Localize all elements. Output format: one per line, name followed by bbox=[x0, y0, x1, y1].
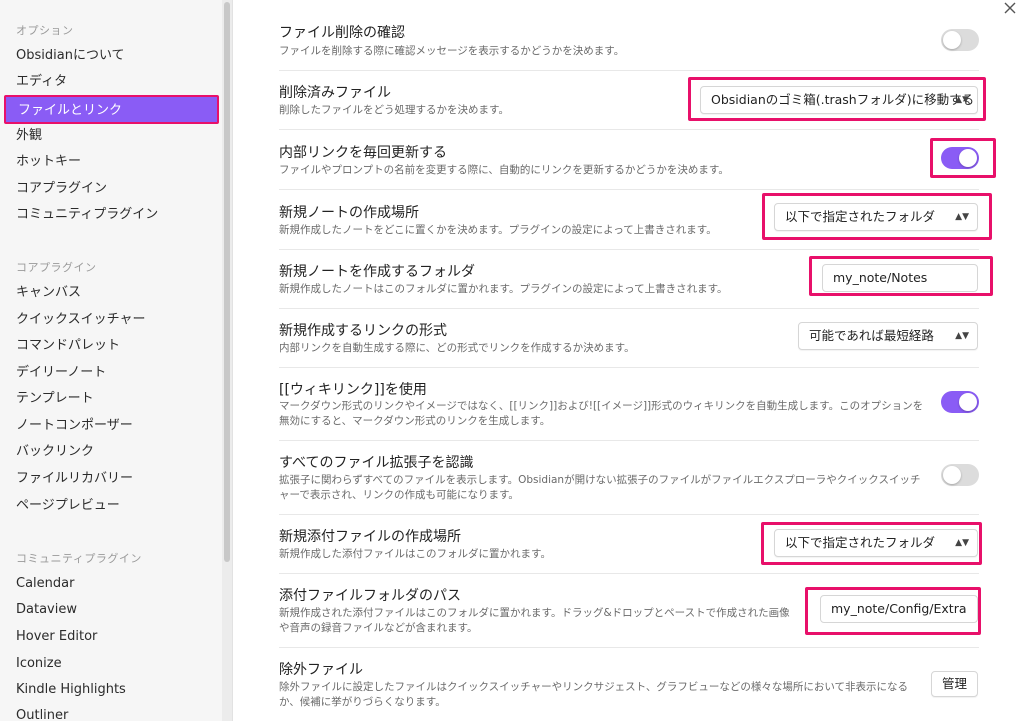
wikilinks-toggle[interactable] bbox=[941, 391, 979, 413]
sidebar-item-appearance[interactable]: 外観 bbox=[16, 123, 42, 149]
setting-desc: 新規作成したノートはこのフォルダに置かれます。プラグインの設定によって上書きされ… bbox=[279, 283, 728, 295]
setting-row-excluded-files: 除外ファイル 除外ファイルに設定したファイルはクイックスイッチャーやリンクサジェ… bbox=[279, 647, 979, 721]
sidebar-item-outliner[interactable]: Outliner bbox=[16, 703, 68, 721]
sidebar-item-files-links[interactable]: ファイルとリンク bbox=[4, 95, 219, 124]
update-links-toggle[interactable] bbox=[941, 147, 979, 169]
sidebar-item-kindle-highlights[interactable]: Kindle Highlights bbox=[16, 677, 126, 703]
sidebar-divider bbox=[232, 0, 233, 721]
setting-name: [[ウィキリンク]]を使用 bbox=[279, 382, 427, 398]
setting-name: 新規ノートを作成するフォルダ bbox=[279, 264, 475, 280]
confirm-delete-toggle[interactable] bbox=[941, 29, 979, 51]
setting-row-wikilinks: [[ウィキリンク]]を使用 マークダウン形式のリンクやイメージではなく、[[リン… bbox=[279, 367, 979, 440]
sidebar-item-about[interactable]: Obsidianについて bbox=[16, 43, 125, 69]
sidebar-item-file-recovery[interactable]: ファイルリカバリー bbox=[16, 466, 133, 492]
setting-desc: 内部リンクを自動生成する際に、どの形式でリンクを作成するか決めます。 bbox=[279, 342, 635, 354]
sidebar-item-editor[interactable]: エディタ bbox=[16, 69, 67, 95]
setting-desc: 拡張子に関わらずすべてのファイルを表示します。Obsidianが開けない拡張子の… bbox=[279, 474, 921, 501]
new-note-location-dropdown[interactable]: 以下で指定されたフォルダ ▲▼ bbox=[774, 203, 978, 231]
sidebar-item-note-composer[interactable]: ノートコンポーザー bbox=[16, 413, 133, 439]
new-note-folder-input[interactable]: my_note/Notes bbox=[822, 264, 978, 292]
sidebar-section-header-core-plugins: コアプラグイン bbox=[16, 261, 97, 274]
setting-row-confirm-delete: ファイル削除の確認 ファイルを削除する際に確認メッセージを表示するかどうかを決め… bbox=[279, 12, 979, 70]
attachment-path-input[interactable]: my_note/Config/Extra bbox=[820, 595, 978, 623]
sidebar-scrollbar[interactable] bbox=[222, 0, 232, 721]
chevron-updown-icon: ▲▼ bbox=[955, 538, 969, 548]
settings-sidebar: オプション Obsidianについて エディタ ファイルとリンク 外観 ホットキ… bbox=[0, 0, 222, 721]
toggle-knob bbox=[943, 31, 961, 49]
setting-name: 新規ノートの作成場所 bbox=[279, 205, 419, 221]
sidebar-item-daily-notes[interactable]: デイリーノート bbox=[16, 360, 106, 386]
all-extensions-toggle[interactable] bbox=[941, 464, 979, 486]
dropdown-value: 以下で指定されたフォルダ bbox=[785, 209, 936, 224]
setting-desc: マークダウン形式のリンクやイメージではなく、[[リンク]]および![[イメージ]… bbox=[279, 400, 924, 427]
sidebar-item-quick-switcher[interactable]: クイックスイッチャー bbox=[16, 307, 145, 333]
dropdown-value: 可能であれば最短経路 bbox=[809, 328, 934, 343]
sidebar-section-header-options: オプション bbox=[16, 24, 74, 37]
link-format-dropdown[interactable]: 可能であれば最短経路 ▲▼ bbox=[798, 322, 978, 350]
chevron-updown-icon: ▲▼ bbox=[955, 95, 969, 105]
setting-name: 添付ファイルフォルダのパス bbox=[279, 588, 461, 604]
deleted-files-dropdown[interactable]: Obsidianのゴミ箱(.trashフォルダ)に移動する ▲▼ bbox=[700, 86, 978, 114]
chevron-updown-icon: ▲▼ bbox=[955, 331, 969, 341]
setting-name: 削除済みファイル bbox=[279, 85, 391, 101]
sidebar-item-dataview[interactable]: Dataview bbox=[16, 597, 77, 623]
setting-desc: ファイルやプロンプトの名前を変更する際に、自動的にリンクを更新するかどうかを決め… bbox=[279, 164, 729, 176]
sidebar-section-header-community-plugins: コミュニティプラグイン bbox=[16, 552, 142, 565]
setting-desc: 新規作成したノートをどこに置くかを決めます。プラグインの設定によって上書きされま… bbox=[279, 224, 717, 236]
close-icon[interactable] bbox=[1002, 2, 1018, 18]
chevron-updown-icon: ▲▼ bbox=[955, 212, 969, 222]
manage-excluded-button[interactable]: 管理 bbox=[931, 671, 978, 697]
setting-name: すべてのファイル拡張子を認識 bbox=[279, 455, 474, 471]
sidebar-item-calendar[interactable]: Calendar bbox=[16, 571, 74, 597]
setting-desc: 削除したファイルをどう処理するかを決めます。 bbox=[279, 104, 509, 116]
setting-desc: 除外ファイルに設定したファイルはクイックスイッチャーやリンクサジェスト、グラフビ… bbox=[279, 681, 909, 708]
sidebar-item-canvas[interactable]: キャンバス bbox=[16, 280, 81, 306]
setting-name: ファイル削除の確認 bbox=[279, 25, 405, 41]
setting-name: 新規添付ファイルの作成場所 bbox=[279, 529, 461, 545]
sidebar-item-backlinks[interactable]: バックリンク bbox=[16, 439, 94, 465]
sidebar-item-hotkeys[interactable]: ホットキー bbox=[16, 149, 81, 175]
setting-desc: 新規作成された添付ファイルはこのフォルダに置かれます。ドラッグ&ドロップとペース… bbox=[279, 607, 790, 634]
sidebar-item-templates[interactable]: テンプレート bbox=[16, 386, 94, 412]
sidebar-item-command-palette[interactable]: コマンドパレット bbox=[16, 333, 120, 359]
sidebar-scrollbar-thumb[interactable] bbox=[224, 2, 230, 562]
sidebar-item-page-preview[interactable]: ページプレビュー bbox=[16, 493, 120, 519]
setting-name: 新規作成するリンクの形式 bbox=[279, 323, 447, 339]
sidebar-item-hover-editor[interactable]: Hover Editor bbox=[16, 624, 97, 650]
toggle-knob bbox=[959, 149, 977, 167]
setting-desc: ファイルを削除する際に確認メッセージを表示するかどうかを決めます。 bbox=[279, 45, 625, 57]
setting-name: 除外ファイル bbox=[279, 662, 363, 678]
sidebar-item-community-plugins[interactable]: コミュニティプラグイン bbox=[16, 202, 158, 228]
dropdown-value: Obsidianのゴミ箱(.trashフォルダ)に移動する bbox=[711, 92, 975, 107]
attachment-location-dropdown[interactable]: 以下で指定されたフォルダ ▲▼ bbox=[774, 529, 978, 557]
setting-row-all-extensions: すべてのファイル拡張子を認識 拡張子に関わらずすべてのファイルを表示します。Ob… bbox=[279, 440, 979, 514]
dropdown-value: 以下で指定されたフォルダ bbox=[785, 535, 936, 550]
toggle-knob bbox=[943, 466, 961, 484]
setting-name: 内部リンクを毎回更新する bbox=[279, 145, 447, 161]
setting-row-update-links: 内部リンクを毎回更新する ファイルやプロンプトの名前を変更する際に、自動的にリン… bbox=[279, 129, 979, 189]
sidebar-item-iconize[interactable]: Iconize bbox=[16, 651, 62, 677]
toggle-knob bbox=[959, 393, 977, 411]
sidebar-item-core-plugins[interactable]: コアプラグイン bbox=[16, 176, 107, 202]
setting-desc: 新規作成した添付ファイルはこのフォルダに置かれます。 bbox=[279, 548, 551, 560]
